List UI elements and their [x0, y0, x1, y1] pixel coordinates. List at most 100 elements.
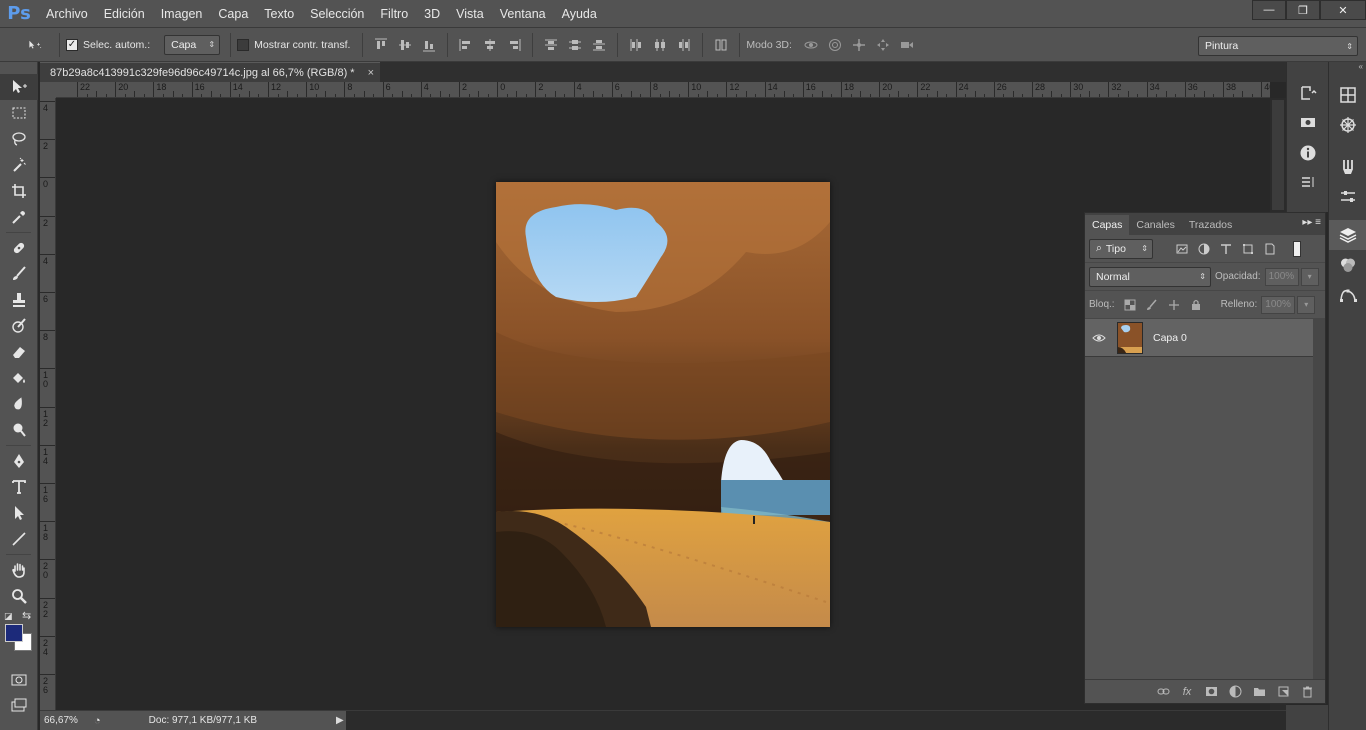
- menu-edicion[interactable]: Edición: [96, 0, 153, 28]
- filter-toggle-switch[interactable]: [1293, 240, 1301, 257]
- layers-scrollbar[interactable]: [1313, 319, 1325, 679]
- transform-controls-checkbox[interactable]: [237, 38, 250, 51]
- quick-mask-tool[interactable]: [0, 667, 38, 693]
- paint-bucket-tool[interactable]: [0, 365, 38, 391]
- document-tab[interactable]: 87b29a8c413991c329fe96d96c49714c.jpg al …: [40, 62, 380, 82]
- menu-seleccion[interactable]: Selección: [302, 0, 372, 28]
- move-tool[interactable]: [0, 74, 38, 100]
- status-share-icon[interactable]: ◔: [94, 715, 101, 727]
- swatches-panel-icon[interactable]: [1329, 80, 1366, 110]
- marquee-tool[interactable]: [0, 100, 38, 126]
- link-layers-icon[interactable]: [1151, 682, 1175, 702]
- navigator-panel-icon[interactable]: [1329, 110, 1366, 140]
- dock-collapse-strip[interactable]: «: [1329, 62, 1366, 72]
- layer-style-fx-icon[interactable]: fx: [1175, 682, 1199, 702]
- eyedropper-tool[interactable]: [0, 204, 38, 230]
- brush-presets-icon[interactable]: [1329, 152, 1366, 182]
- visibility-eye-icon[interactable]: [1085, 333, 1113, 343]
- tool-presets-icon[interactable]: [1329, 182, 1366, 212]
- hand-tool[interactable]: [0, 557, 38, 583]
- auto-select-target-dropdown[interactable]: Capa ⇕: [164, 34, 221, 55]
- roll-3d-icon[interactable]: [826, 36, 844, 54]
- lock-all-icon[interactable]: [1185, 296, 1207, 314]
- status-menu-arrow-icon[interactable]: ▶: [336, 715, 344, 726]
- menu-archivo[interactable]: Archivo: [38, 0, 96, 28]
- rotate-3d-icon[interactable]: [802, 36, 820, 54]
- align-bottom-icon[interactable]: [420, 36, 438, 54]
- default-colors-icon[interactable]: ◪: [4, 611, 13, 622]
- zoom-level-field[interactable]: 66,67%: [40, 715, 90, 726]
- opacity-slider-toggle[interactable]: ▾: [1300, 267, 1319, 286]
- horizontal-ruler[interactable]: 22 20 18 16 14 12 10 8 6 4 2 0 2 4 6 8 10 12 14 16 18 20 22 24 2…: [56, 82, 1270, 98]
- document-image-sea-cave[interactable]: [496, 182, 830, 627]
- layer-row[interactable]: Capa 0: [1085, 319, 1313, 357]
- panel-menu-icon[interactable]: ▸▸ ≡: [1302, 217, 1321, 228]
- menu-3d[interactable]: 3D: [416, 0, 448, 28]
- info-panel-icon[interactable]: [1287, 138, 1329, 168]
- distribute-hcenter-icon[interactable]: [651, 36, 669, 54]
- filter-shape-icon[interactable]: [1237, 240, 1259, 258]
- canvas-horizontal-scrollbar[interactable]: [346, 711, 1286, 730]
- auto-select-checkbox[interactable]: ✓: [66, 38, 78, 51]
- healing-brush-tool[interactable]: [0, 235, 38, 261]
- history-panel-icon[interactable]: [1287, 78, 1329, 108]
- auto-align-icon[interactable]: [712, 36, 730, 54]
- path-selection-tool[interactable]: [0, 500, 38, 526]
- screen-mode-tool[interactable]: [0, 693, 38, 719]
- dodge-tool[interactable]: [0, 417, 38, 443]
- slide-3d-icon[interactable]: [874, 36, 892, 54]
- line-tool[interactable]: [0, 526, 38, 552]
- restore-button[interactable]: ❐: [1286, 0, 1320, 20]
- drag-3d-icon[interactable]: [850, 36, 868, 54]
- new-adjustment-layer-icon[interactable]: [1223, 682, 1247, 702]
- blur-tool[interactable]: [0, 391, 38, 417]
- swap-colors-icon[interactable]: ⇆: [22, 609, 31, 622]
- crop-tool[interactable]: [0, 178, 38, 204]
- menu-imagen[interactable]: Imagen: [153, 0, 211, 28]
- blend-mode-dropdown[interactable]: Normal ⇕: [1089, 266, 1211, 287]
- new-layer-icon[interactable]: [1271, 682, 1295, 702]
- type-tool[interactable]: [0, 474, 38, 500]
- magic-wand-tool[interactable]: [0, 152, 38, 178]
- filter-adjustment-icon[interactable]: [1193, 240, 1215, 258]
- menu-ayuda[interactable]: Ayuda: [554, 0, 605, 28]
- scale-3d-icon[interactable]: [898, 36, 916, 54]
- filter-pixel-icon[interactable]: [1171, 240, 1193, 258]
- ruler-origin[interactable]: [40, 82, 56, 98]
- distribute-left-icon[interactable]: [627, 36, 645, 54]
- lock-pixels-icon[interactable]: [1141, 296, 1163, 314]
- clone-stamp-tool[interactable]: [0, 287, 38, 313]
- vertical-ruler[interactable]: 4 2 0 2 4 6 8 1 0 1 2 1 4 1 6 1 8 2 0 2 2 2 4 2 6: [40, 98, 56, 710]
- delete-layer-trash-icon[interactable]: [1295, 682, 1319, 702]
- paragraph-panel-icon[interactable]: [1287, 168, 1329, 198]
- add-mask-icon[interactable]: [1199, 682, 1223, 702]
- opacity-field[interactable]: 100%: [1264, 267, 1299, 286]
- new-group-folder-icon[interactable]: [1247, 682, 1271, 702]
- zoom-tool[interactable]: [0, 583, 38, 609]
- minimize-button[interactable]: —: [1252, 0, 1286, 20]
- filter-smart-object-icon[interactable]: [1259, 240, 1281, 258]
- history-brush-tool[interactable]: [0, 313, 38, 339]
- eraser-tool[interactable]: [0, 339, 38, 365]
- menu-ventana[interactable]: Ventana: [492, 0, 554, 28]
- foreground-color-swatch[interactable]: [5, 624, 23, 642]
- distribute-vcenter-icon[interactable]: [566, 36, 584, 54]
- fill-slider-toggle[interactable]: ▾: [1297, 295, 1316, 314]
- distribute-top-icon[interactable]: [542, 36, 560, 54]
- tab-capas[interactable]: Capas: [1085, 215, 1130, 235]
- align-hcenter-icon[interactable]: [481, 36, 499, 54]
- menu-texto[interactable]: Texto: [256, 0, 302, 28]
- menu-filtro[interactable]: Filtro: [372, 0, 416, 28]
- scrollbar-thumb[interactable]: [1272, 100, 1284, 210]
- close-button[interactable]: ✕: [1320, 0, 1366, 20]
- fill-field[interactable]: 100%: [1261, 295, 1296, 314]
- align-vcenter-icon[interactable]: [396, 36, 414, 54]
- distribute-right-icon[interactable]: [675, 36, 693, 54]
- lasso-tool[interactable]: [0, 126, 38, 152]
- filter-type-icon[interactable]: [1215, 240, 1237, 258]
- menu-capa[interactable]: Capa: [210, 0, 256, 28]
- align-top-icon[interactable]: [372, 36, 390, 54]
- menu-vista[interactable]: Vista: [448, 0, 492, 28]
- channels-panel-icon[interactable]: [1329, 250, 1366, 280]
- tab-canales[interactable]: Canales: [1129, 215, 1182, 235]
